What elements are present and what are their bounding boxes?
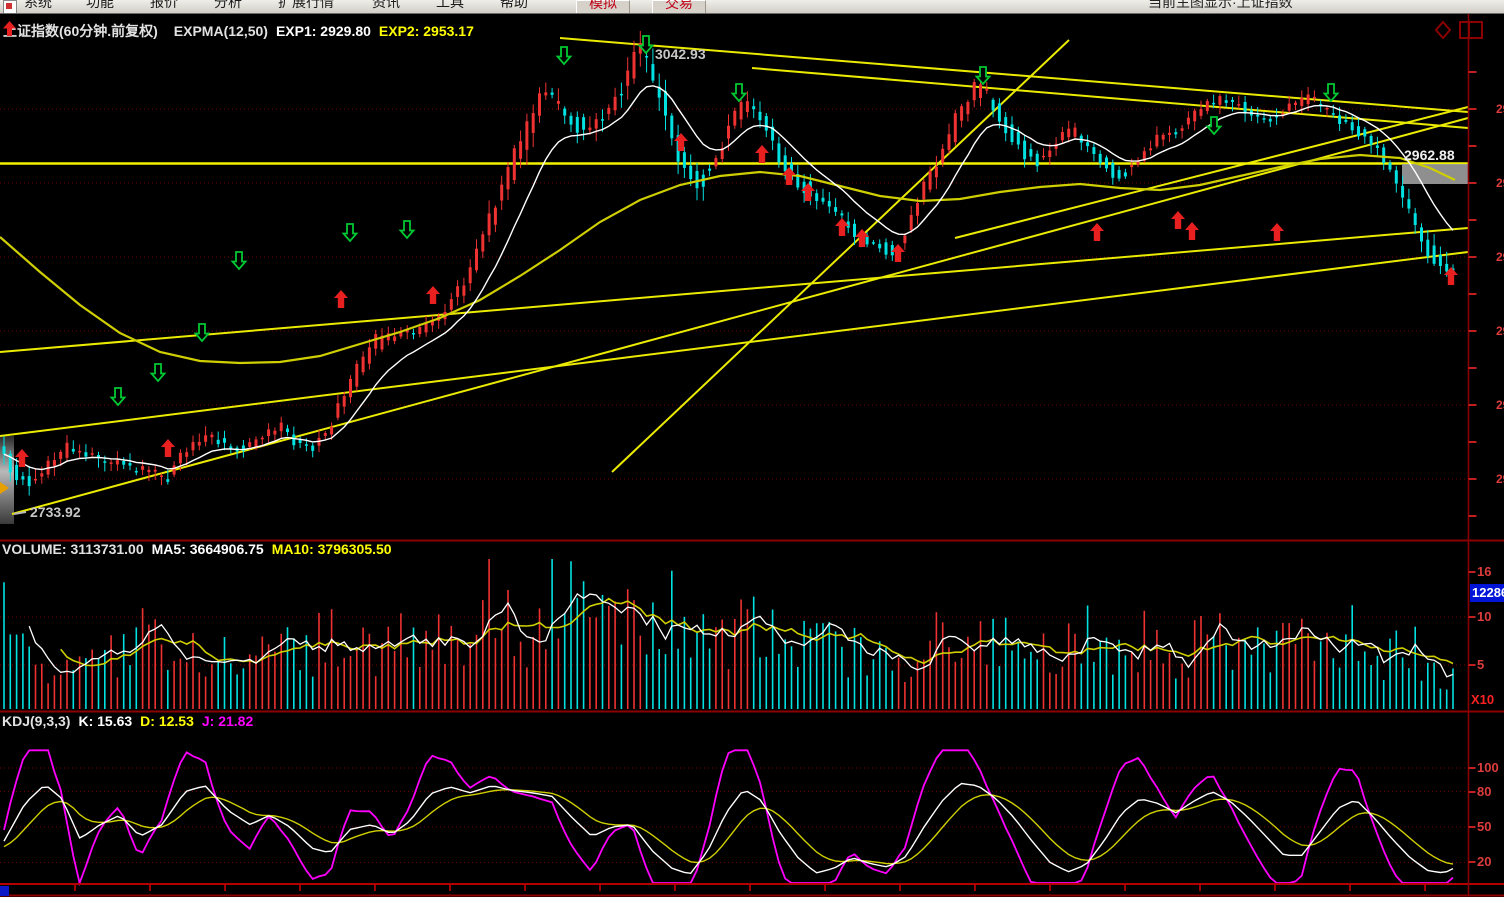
kdj-axis-label-3: 50 — [1477, 819, 1491, 834]
exp2-value: EXP2: 2953.17 — [379, 23, 474, 39]
menu-item-4[interactable]: 分析 — [214, 0, 242, 12]
menu-item-8[interactable]: 帮助 — [500, 0, 528, 12]
volume-panel-header: VOLUME: 3113731.00 MA5: 3664906.75 MA10: 3… — [2, 541, 400, 557]
menu-item-6[interactable]: 资讯 — [372, 0, 400, 12]
volume-value: VOLUME: 3113731.00 — [2, 541, 144, 557]
instrument-title: 上证指数(60分钟.前复权) — [3, 23, 158, 39]
kdj-d: D: 12.53 — [140, 713, 194, 729]
kdj-k: K: 15.63 — [78, 713, 132, 729]
volume-axis-label-1: 16 — [1477, 564, 1491, 579]
svg-text:29: 29 — [1496, 398, 1504, 412]
last-price-label: 2962.88 — [1404, 147, 1455, 163]
last-volume-badge: 12286 — [1470, 584, 1504, 602]
chart-canvas[interactable]: 29 29 29 29 29 29 — [0, 0, 1504, 897]
volume-unit-label: X10 — [1471, 692, 1494, 707]
menu-item-7[interactable]: 工具 — [436, 0, 464, 12]
kdj-panel-header: KDJ(9,3,3) K: 15.63 D: 12.53 J: 21.82 — [2, 713, 261, 729]
volume-axis-label-3: 5 — [1477, 657, 1484, 672]
svg-text:29: 29 — [1496, 324, 1504, 338]
svg-text:29: 29 — [1496, 250, 1504, 264]
svg-text:29: 29 — [1496, 102, 1504, 116]
menu-item-5[interactable]: 扩展行情 — [278, 0, 334, 12]
trading-terminal: 系统功能报价分析扩展行情资讯工具帮助模拟交易当前主图显示·上证指数 292929… — [0, 0, 1504, 897]
exp1-value: EXP1: 2929.80 — [276, 23, 371, 39]
bottom-left-badge — [0, 886, 9, 896]
toolbar-button-1[interactable]: 模拟 — [576, 0, 630, 14]
menu-bar: 系统 功能 报价 分析 扩展行情 资讯 工具 帮助 模拟 交易 当前主图显示·上证指数 — [0, 0, 1504, 14]
indicator-name: EXPMA(12,50) — [174, 23, 268, 39]
diamond-icon[interactable] — [1436, 22, 1450, 38]
menu-item-2[interactable]: 功能 — [86, 0, 114, 12]
menubar-status-text: 当前主图显示·上证指数 — [1148, 0, 1293, 12]
volume-ma5: MA5: 3664906.75 — [152, 541, 264, 557]
volume-axis-label-2: 10 — [1477, 609, 1491, 624]
kdj-axis-label-4: 20 — [1477, 854, 1491, 869]
svg-text:29: 29 — [1496, 472, 1504, 486]
main-panel-header: 上证指数(60分钟.前复权) EXPMA(12,50) EXP1: 2929.80 E… — [3, 21, 482, 41]
svg-text:29: 29 — [1496, 176, 1504, 190]
volume-ma10: MA10: 3796305.50 — [272, 541, 392, 557]
low-price-label: 2733.92 — [30, 504, 81, 520]
kdj-axis-label-1: 100 — [1477, 760, 1499, 775]
kdj-name: KDJ(9,3,3) — [2, 713, 70, 729]
kdj-axis-label-2: 80 — [1477, 784, 1491, 799]
kdj-j: J: 21.82 — [202, 713, 253, 729]
split-window-icon[interactable] — [1460, 22, 1482, 38]
toolbar-button-2[interactable]: 交易 — [652, 0, 706, 14]
menu-item-3[interactable]: 报价 — [150, 0, 178, 12]
high-price-label: 3042.93 — [655, 46, 706, 62]
app-icon[interactable] — [3, 0, 17, 14]
menu-item-1[interactable]: 系统 — [24, 0, 52, 12]
